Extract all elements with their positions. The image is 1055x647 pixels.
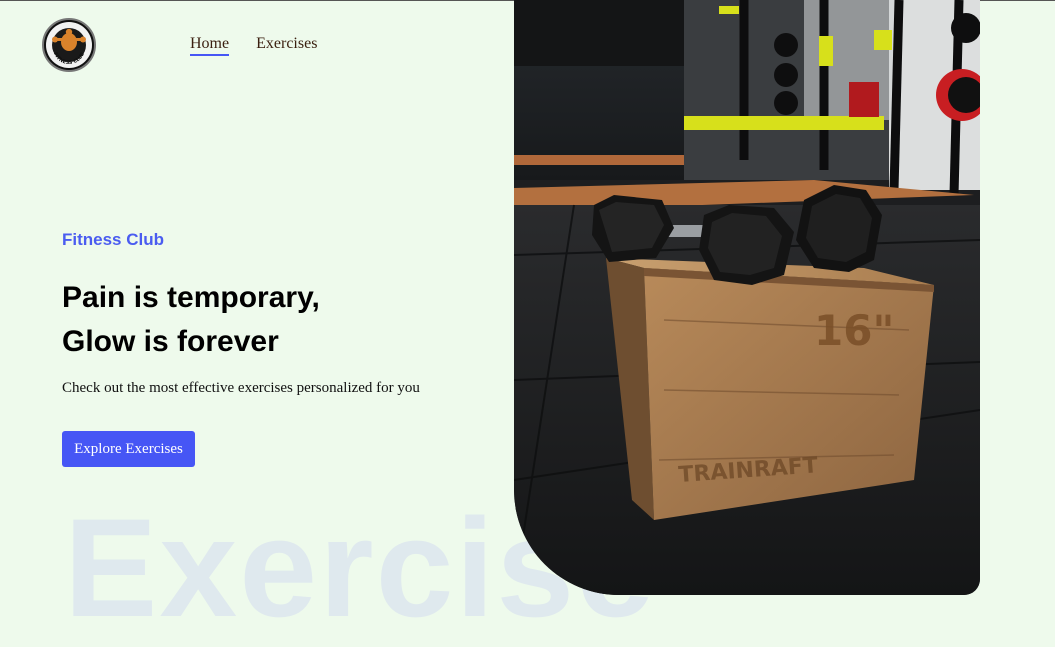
hero-eyebrow: Fitness Club: [62, 230, 165, 249]
nav-exercises-link[interactable]: Exercises: [256, 35, 317, 56]
hero-headline: Pain is temporary, Glow is forever: [62, 276, 320, 364]
hero-description: Check out the most effective exercises p…: [62, 380, 420, 396]
nav-home-link[interactable]: Home: [190, 35, 230, 56]
logo-emblem-icon: FITNESS CLUB: [46, 22, 92, 68]
box-size-label: 16": [814, 306, 894, 355]
headline-line-1: Pain is temporary,: [62, 281, 320, 314]
gym-dumbbells-on-plyo-box-image: 16" TRAINRAFT: [514, 0, 980, 595]
headline-line-2: Glow is forever: [62, 325, 279, 358]
explore-exercises-button[interactable]: Explore Exercises: [62, 431, 195, 467]
hero-banner-image: 16" TRAINRAFT: [514, 0, 980, 595]
main-nav: Home Exercises: [190, 35, 317, 56]
fitness-club-logo[interactable]: FITNESS CLUB: [42, 18, 96, 72]
